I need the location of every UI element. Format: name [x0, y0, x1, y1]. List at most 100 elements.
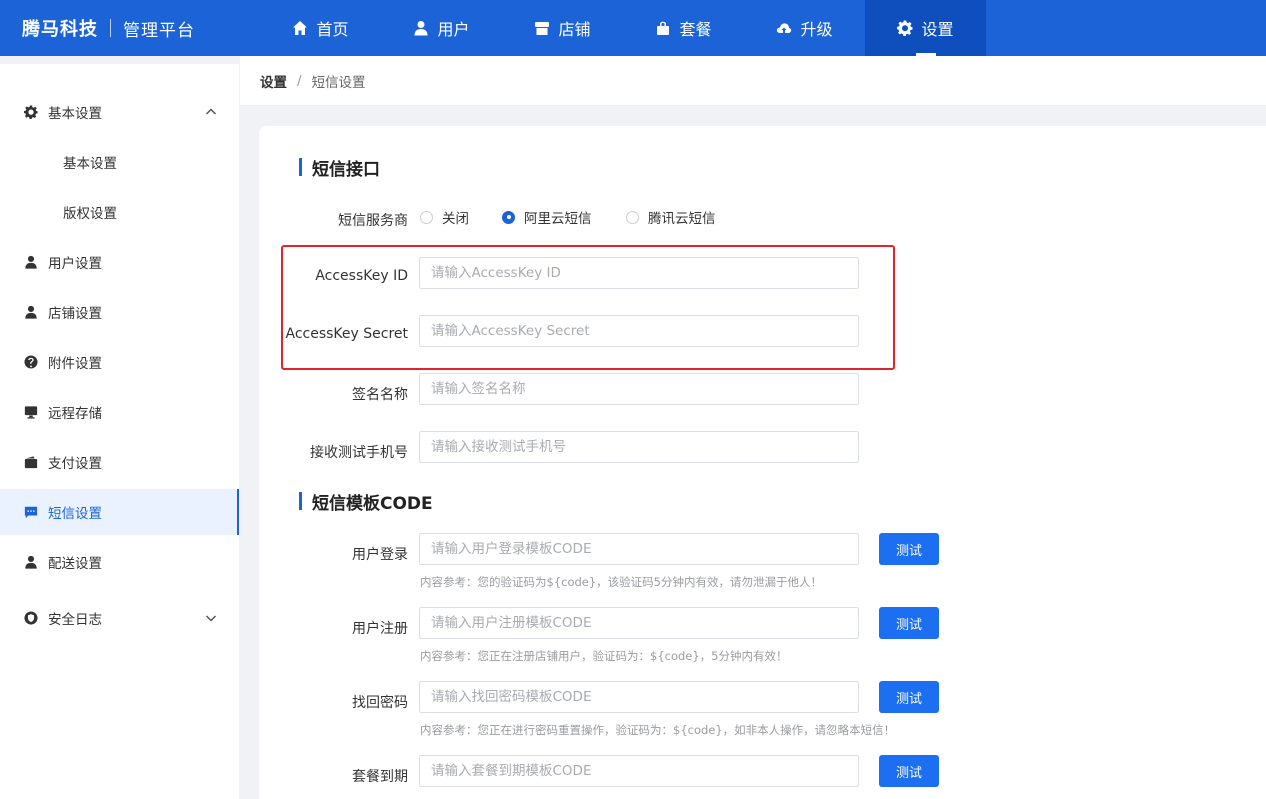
sidebar-item-payment-settings[interactable]: 支付设置	[0, 439, 239, 485]
test-package-expiry-button[interactable]: 测试	[879, 755, 939, 787]
nav-packages[interactable]: 套餐	[623, 0, 744, 56]
store-icon	[535, 22, 550, 35]
top-navbar: 腾马科技 管理平台 首页 用户 店铺 套餐 升级 设置	[0, 0, 1266, 56]
sidebar-item-label: 支付设置	[48, 456, 102, 472]
nav-users[interactable]: 用户	[381, 0, 502, 56]
section-accent-bar	[299, 492, 302, 510]
sidebar-item-label: 短信设置	[48, 506, 102, 522]
section-title-sms-templates: 短信模板CODE	[299, 491, 433, 514]
accesskey-id-label: AccessKey ID	[315, 268, 408, 284]
radio-label: 阿里云短信	[524, 211, 592, 227]
nav-settings-label: 设置	[921, 20, 954, 39]
section-accent-bar	[299, 158, 302, 176]
signature-name-input[interactable]	[419, 373, 859, 405]
sidebar-item-label: 版权设置	[63, 206, 117, 222]
gear-icon	[24, 105, 38, 119]
sidebar-group-basic-settings[interactable]: 基本设置	[0, 89, 239, 135]
chevron-down-icon	[205, 615, 217, 622]
user-icon	[25, 555, 37, 569]
accesskey-secret-label: AccessKey Secret	[285, 326, 408, 342]
user-icon	[25, 305, 37, 319]
nav-home-label: 首页	[316, 20, 349, 39]
sidebar-item-sms-settings[interactable]: 短信设置	[0, 489, 239, 535]
provider-label: 短信服务商	[338, 213, 408, 229]
template-reset-password-input[interactable]	[419, 681, 859, 713]
sidebar: 基本设置 基本设置 版权设置 用户设置 店铺设置 附件设置 远程存储 支付设置 …	[0, 64, 239, 799]
sidebar-item-delivery-settings[interactable]: 配送设置	[0, 539, 239, 585]
radio-label: 关闭	[442, 211, 469, 227]
template-reset-password-label: 找回密码	[352, 695, 408, 711]
chevron-up-icon	[205, 108, 217, 115]
template-register-label: 用户注册	[352, 621, 408, 637]
sidebar-item-label: 基本设置	[63, 156, 117, 172]
template-login-input[interactable]	[419, 533, 859, 565]
message-icon	[24, 506, 38, 519]
cloud-upload-icon	[777, 23, 792, 33]
breadcrumb-root[interactable]: 设置	[260, 71, 287, 91]
template-login-hint: 内容参考：您的验证码为${code}，该验证码5分钟内有效，请勿泄漏于他人！	[420, 575, 822, 589]
radio-circle	[626, 210, 639, 224]
provider-radio-off[interactable]: 关闭	[420, 207, 469, 227]
radio-label: 腾讯云短信	[648, 211, 716, 227]
test-login-button[interactable]: 测试	[879, 533, 939, 565]
nav-upgrade[interactable]: 升级	[744, 0, 865, 56]
template-package-expiry-input[interactable]	[419, 755, 859, 787]
sidebar-item-label: 远程存储	[48, 406, 102, 422]
gear-icon	[897, 20, 913, 36]
nav-settings[interactable]: 设置	[865, 0, 986, 56]
sidebar-item-user-settings[interactable]: 用户设置	[0, 239, 239, 285]
user-icon	[414, 21, 428, 36]
brand[interactable]: 腾马科技 管理平台	[0, 0, 250, 56]
test-phone-label: 接收测试手机号	[310, 445, 408, 461]
breadcrumb: 设置 / 短信设置	[240, 56, 1266, 106]
sidebar-item-copyright-settings[interactable]: 版权设置	[0, 189, 239, 235]
sidebar-item-label: 店铺设置	[48, 306, 102, 322]
wallet-icon	[24, 456, 38, 469]
provider-radio-tencent[interactable]: 腾讯云短信	[626, 207, 716, 227]
test-phone-input[interactable]	[419, 431, 859, 463]
nav-packages-label: 套餐	[679, 20, 712, 39]
nav-users-label: 用户	[437, 20, 470, 39]
home-icon	[293, 21, 308, 35]
help-circle-icon	[24, 355, 38, 369]
accesskey-secret-input[interactable]	[419, 315, 859, 347]
signature-name-label: 签名名称	[352, 387, 408, 403]
template-login-label: 用户登录	[352, 547, 408, 563]
sidebar-item-label: 附件设置	[48, 356, 102, 372]
nav-stores-label: 店铺	[558, 20, 591, 39]
accesskey-id-input[interactable]	[419, 257, 859, 289]
sidebar-item-basic-settings[interactable]: 基本设置	[0, 139, 239, 185]
nav-home[interactable]: 首页	[260, 0, 381, 56]
nav-upgrade-label: 升级	[800, 20, 833, 39]
breadcrumb-current: 短信设置	[311, 74, 366, 91]
template-register-hint: 内容参考：您正在注册店铺用户，验证码为：${code}，5分钟内有效！	[420, 649, 788, 663]
test-reset-password-button[interactable]: 测试	[879, 681, 939, 713]
user-icon	[25, 255, 37, 269]
template-reset-password-hint: 内容参考：您正在进行密码重置操作，验证码为：${code}，如非本人操作，请忽略…	[420, 723, 896, 737]
main-nav: 首页 用户 店铺 套餐 升级 设置	[260, 0, 986, 56]
radio-circle	[420, 210, 433, 224]
section-title-text: 短信接口	[312, 159, 380, 180]
provider-radio-aliyun[interactable]: 阿里云短信	[502, 207, 592, 227]
section-title-sms-api: 短信接口	[299, 157, 380, 180]
sidebar-item-label: 安全日志	[48, 612, 102, 628]
sidebar-item-label: 配送设置	[48, 556, 102, 572]
brand-subtitle: 管理平台	[123, 20, 195, 41]
template-package-expiry-label: 套餐到期	[352, 769, 408, 785]
sidebar-item-label: 基本设置	[48, 106, 102, 122]
sidebar-item-label: 用户设置	[48, 256, 102, 272]
nav-stores[interactable]: 店铺	[502, 0, 623, 56]
template-register-input[interactable]	[419, 607, 859, 639]
sidebar-item-attachment-settings[interactable]: 附件设置	[0, 339, 239, 385]
brand-name: 腾马科技	[22, 19, 98, 40]
brand-divider	[110, 19, 111, 37]
breadcrumb-separator: /	[297, 72, 302, 89]
shield-icon	[24, 611, 38, 625]
test-register-button[interactable]: 测试	[879, 607, 939, 639]
section-title-text: 短信模板CODE	[312, 493, 433, 514]
sidebar-item-remote-storage[interactable]: 远程存储	[0, 389, 239, 435]
sidebar-item-store-settings[interactable]: 店铺设置	[0, 289, 239, 335]
bag-icon	[657, 21, 670, 35]
monitor-icon	[24, 406, 38, 419]
sidebar-group-security-log[interactable]: 安全日志	[0, 595, 239, 641]
